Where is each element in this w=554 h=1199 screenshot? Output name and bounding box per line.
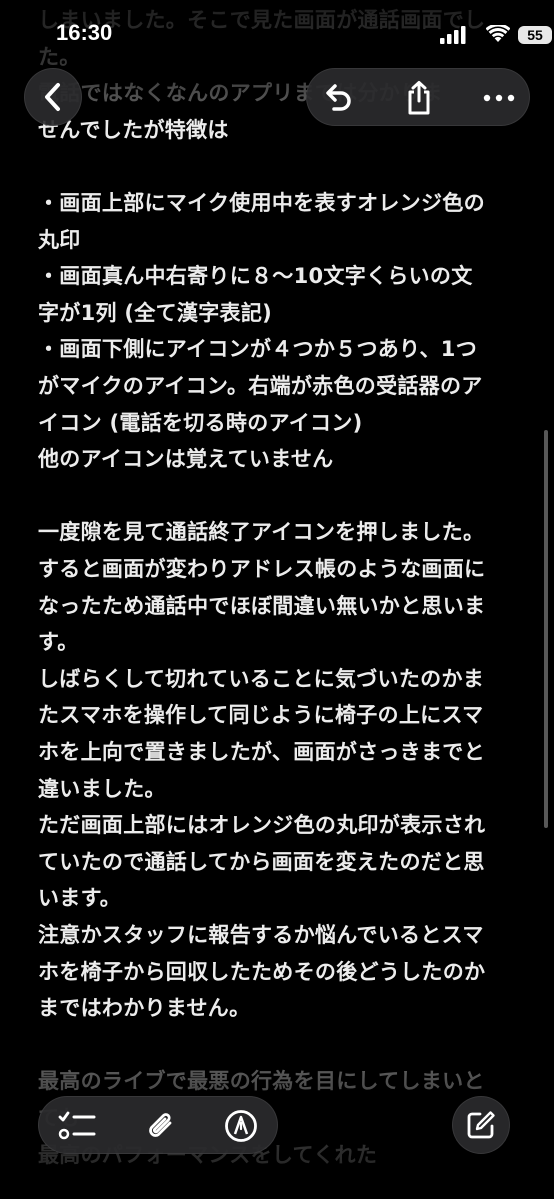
compose-button[interactable] <box>452 1096 510 1154</box>
undo-icon <box>320 83 354 113</box>
note-line: います。 <box>38 886 122 911</box>
wifi-icon <box>486 25 510 43</box>
attachment-button[interactable] <box>131 1097 191 1155</box>
markup-button[interactable] <box>211 1097 271 1155</box>
note-line: たスマホを操作して同じように椅子の上にスマ <box>38 703 484 728</box>
note-line: 丸印 <box>38 227 81 252</box>
share-button[interactable] <box>389 69 449 127</box>
note-line: ホを上向で置きましたが、画面がさっきまでと <box>38 740 485 764</box>
note-line: まではわかりません。 <box>38 996 251 1021</box>
note-line: なったため通話中でほぼ間違い無いかと思いま <box>38 593 486 618</box>
note-line: ・画面下側にアイコンが４つか５つあり、1つ <box>38 337 478 362</box>
more-button[interactable] <box>469 69 529 127</box>
note-line: ただ画面上部にはオレンジ色の丸印が表示され <box>38 813 486 838</box>
chevron-left-icon <box>41 82 65 112</box>
checklist-button[interactable] <box>47 1097 107 1155</box>
checklist-icon <box>58 1110 96 1142</box>
bottom-toolbar <box>38 1096 278 1154</box>
note-line: イコン (電話を切る時のアイコン) <box>38 410 363 435</box>
note-line: ・画面真ん中右寄りに８〜10文字くらいの文 <box>38 264 473 289</box>
battery-indicator: 55 <box>518 26 552 44</box>
note-line: 最高のライブで最悪の行為を目にしてしまいと <box>38 1069 485 1094</box>
cellular-signal-icon <box>440 26 466 44</box>
note-line: 他のアイコンは覚えていません <box>38 447 334 472</box>
note-line: 一度隙を見て通話終了アイコンを押しました。 <box>38 520 485 545</box>
top-actions-group <box>306 68 530 126</box>
ellipsis-icon <box>483 94 515 102</box>
note-line: ホを椅子から回収したためその後どうしたのか <box>38 959 486 984</box>
back-button[interactable] <box>24 68 82 126</box>
note-line: 注意かスタッフに報告するか悩んでいるとスマ <box>38 923 484 947</box>
note-line: 字が1列 (全て漢字表記) <box>38 300 273 325</box>
note-line: 違いました。 <box>38 776 166 801</box>
note-line: ・画面上部にマイク使用中を表すオレンジ色の <box>38 191 485 215</box>
status-time: 16:30 <box>56 20 113 45</box>
pen-tip-icon <box>224 1109 258 1143</box>
note-line: す。 <box>38 630 79 655</box>
note-line: すると画面が変わりアドレス帳のような画面に <box>38 557 486 581</box>
compose-icon <box>465 1109 497 1141</box>
paperclip-icon <box>146 1109 176 1143</box>
share-icon <box>404 80 434 116</box>
note-line: がマイクのアイコン。右端が赤色の受話器のア <box>38 374 483 398</box>
note-body[interactable]: しまいました。そこで見た画面が通話画面でし た。 電話ではなくなんのアプリまでは分か… <box>38 0 522 1199</box>
note-line: しばらくして切れていることに気づいたのかま <box>38 666 485 691</box>
undo-button[interactable] <box>307 69 367 127</box>
scrollbar[interactable] <box>544 430 548 828</box>
note-line: ていたので通話してから画面を変えたのだと思 <box>38 849 485 874</box>
